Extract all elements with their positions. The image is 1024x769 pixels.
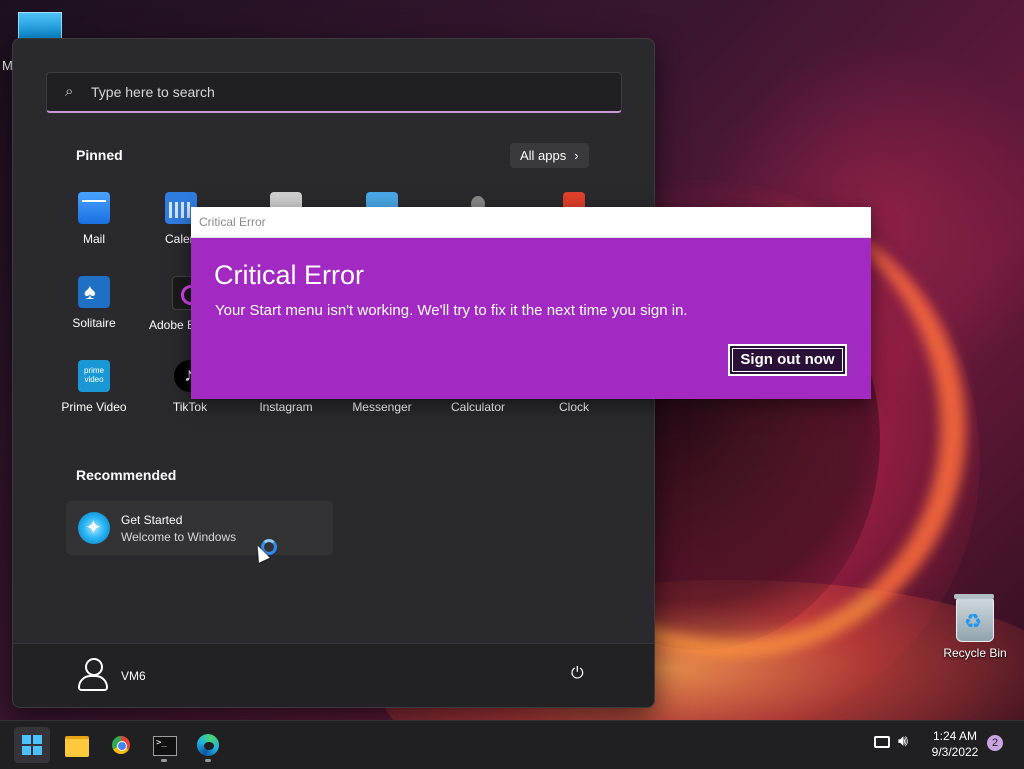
pinned-app-calculator[interactable]: Calculator bbox=[430, 400, 526, 414]
windows-start-icon bbox=[22, 735, 42, 755]
recycle-bin-label: Recycle Bin bbox=[943, 646, 1007, 660]
pinned-app-office[interactable] bbox=[526, 192, 622, 208]
pinned-app-label: Instagram bbox=[259, 400, 313, 414]
recommended-title: Recommended bbox=[76, 467, 177, 483]
dialog-message: Your Start menu isn't working. We'll try… bbox=[215, 302, 688, 319]
prime-logo-text: prime video bbox=[83, 366, 104, 384]
terminal-icon bbox=[153, 736, 177, 756]
pinned-app-photos[interactable] bbox=[334, 192, 430, 208]
mail-icon bbox=[78, 192, 110, 224]
pinned-app-mail[interactable]: Mail bbox=[46, 192, 142, 246]
running-indicator bbox=[205, 759, 211, 762]
dialog-titlebar[interactable]: Critical Error bbox=[191, 207, 871, 238]
pinned-app-label: Solitaire bbox=[72, 316, 116, 330]
running-indicator bbox=[161, 759, 167, 762]
taskbar-chrome[interactable] bbox=[103, 727, 139, 763]
search-box[interactable]: ⌕ bbox=[46, 72, 622, 113]
photos-icon bbox=[366, 192, 398, 208]
dialog-body: Critical Error Your Start menu isn't wor… bbox=[191, 238, 871, 399]
taskbar bbox=[0, 720, 1024, 769]
pinned-app-label: Messenger bbox=[352, 400, 412, 414]
store-icon bbox=[270, 192, 302, 208]
taskbar-edge[interactable] bbox=[190, 727, 226, 763]
pinned-app-label: Calculator bbox=[450, 400, 506, 414]
chrome-icon bbox=[112, 736, 130, 754]
recommended-item-subtitle: Welcome to Windows bbox=[121, 530, 237, 544]
all-apps-label: All apps bbox=[520, 148, 567, 163]
pinned-app-messenger[interactable]: Messenger bbox=[334, 400, 430, 414]
pinned-title: Pinned bbox=[76, 147, 123, 163]
pinned-app-instagram[interactable]: Instagram bbox=[238, 400, 334, 414]
chevron-right-icon: › bbox=[574, 148, 579, 163]
file-explorer-icon bbox=[65, 736, 89, 757]
user-name[interactable]: VM6 bbox=[121, 669, 146, 683]
edge-icon bbox=[197, 734, 219, 756]
recommended-item-title: Get Started bbox=[121, 513, 183, 527]
office-icon bbox=[563, 192, 585, 208]
search-icon: ⌕ bbox=[65, 83, 74, 100]
clock-time: 1:24 AM bbox=[932, 729, 978, 743]
sign-out-now-button[interactable]: Sign out now bbox=[728, 344, 847, 376]
recycle-bin[interactable]: ♻ Recycle Bin bbox=[940, 594, 1010, 660]
user-avatar-icon[interactable] bbox=[77, 658, 108, 691]
taskbar-file-explorer[interactable] bbox=[59, 727, 95, 763]
pinned-app-store[interactable] bbox=[238, 192, 334, 208]
search-input[interactable] bbox=[89, 83, 573, 101]
pinned-app-label: Prime Video bbox=[61, 400, 127, 414]
power-icon[interactable]: ⏻ bbox=[571, 666, 587, 682]
notification-badge[interactable]: 2 bbox=[987, 735, 1003, 751]
recycle-bin-icon: ♻ bbox=[954, 594, 994, 642]
get-started-icon bbox=[78, 512, 110, 544]
pinned-app-label: Clock bbox=[558, 400, 589, 414]
pinned-app-solitaire[interactable]: ♠ Solitaire bbox=[46, 276, 142, 330]
pinned-app-label: Mail bbox=[82, 232, 105, 246]
pinned-app-clock[interactable]: Clock bbox=[526, 400, 622, 414]
taskbar-terminal[interactable] bbox=[146, 727, 182, 763]
solitaire-icon: ♠ bbox=[78, 276, 110, 308]
prime-video-icon: prime video bbox=[78, 360, 110, 392]
critical-error-dialog: Critical Error Critical Error Your Start… bbox=[191, 207, 871, 399]
network-icon[interactable] bbox=[874, 736, 890, 748]
dialog-heading: Critical Error bbox=[214, 260, 365, 290]
taskbar-clock[interactable]: 1:24 AM 9/3/2022 bbox=[922, 728, 988, 760]
pinned-app-prime-video[interactable]: prime video Prime Video bbox=[46, 360, 142, 414]
volume-icon[interactable]: 🔊︎ bbox=[898, 733, 908, 751]
recommended-item-get-started[interactable]: Get Started Welcome to Windows bbox=[66, 501, 333, 555]
pinned-app-label: TikTok bbox=[172, 400, 208, 414]
clock-date: 9/3/2022 bbox=[931, 745, 979, 759]
start-button[interactable] bbox=[14, 727, 50, 763]
start-menu-footer: VM6 ⏻ bbox=[13, 643, 654, 707]
all-apps-button[interactable]: All apps › bbox=[510, 143, 589, 168]
